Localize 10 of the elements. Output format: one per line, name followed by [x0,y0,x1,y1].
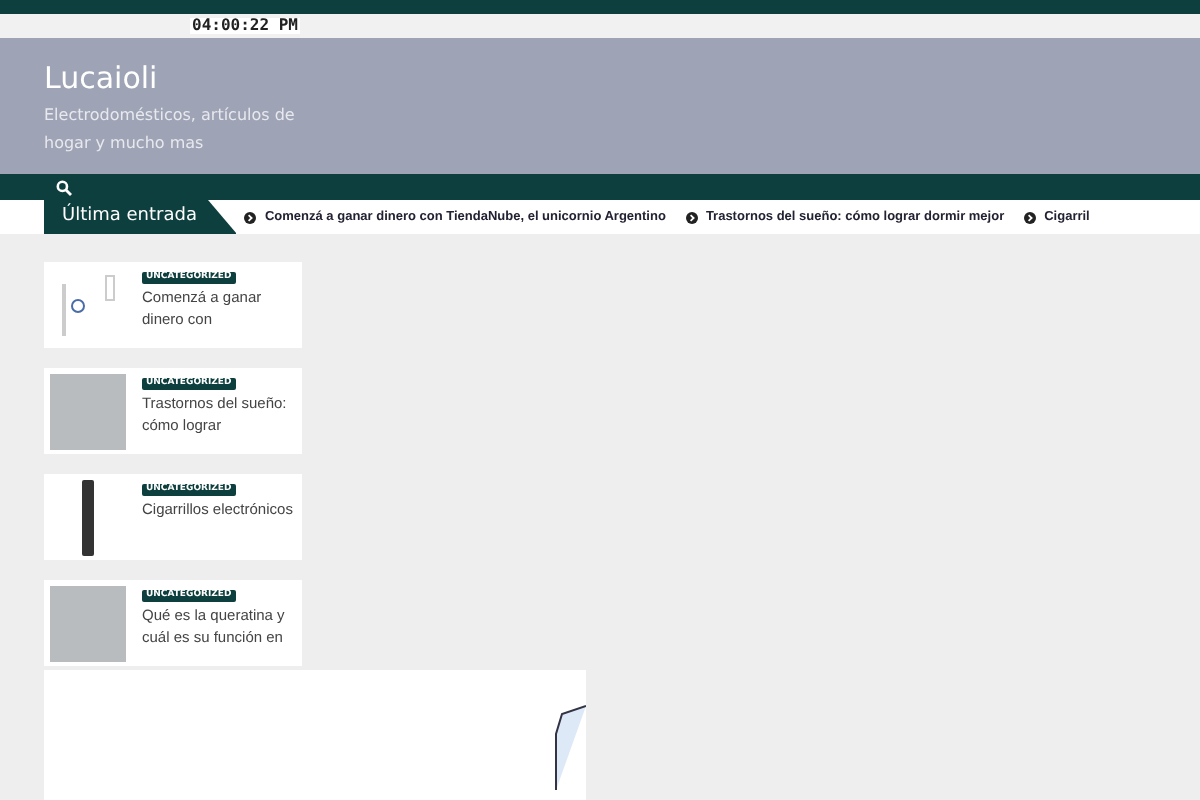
site-tagline: Electrodomésticos, artículos de hogar y mucho mas [44,104,297,156]
device-icon [80,479,96,555]
photo-placeholder [50,373,126,449]
clock-time: 04:00:22 PM [190,18,300,34]
photo-placeholder [50,585,126,661]
circle-arrow-icon [244,211,257,223]
search-icon[interactable] [56,179,72,195]
circle-arrow-icon [685,211,698,223]
circle-arrow-icon [1024,211,1037,223]
ticker-label: Última entrada [44,200,237,234]
